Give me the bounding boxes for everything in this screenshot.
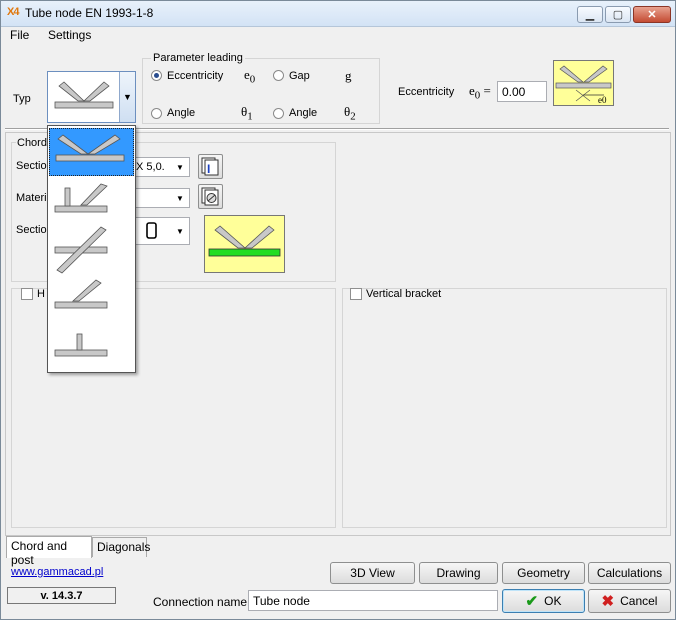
- g-symbol: g: [345, 68, 352, 83]
- chord-group-title: Chord: [16, 137, 48, 149]
- cancel-button[interactable]: ✖ Cancel: [588, 589, 671, 613]
- close-button[interactable]: ✕: [633, 6, 671, 23]
- eccentricity-radio-label: Eccentricity: [167, 70, 224, 82]
- horizontal-checkbox[interactable]: [21, 288, 33, 300]
- parameter-leading-title: Parameter leading: [151, 52, 245, 64]
- section-value: X 5,0.: [136, 161, 165, 173]
- minimize-button[interactable]: ▁: [577, 6, 603, 23]
- eccentricity-input[interactable]: 0.00: [497, 81, 547, 102]
- k-joint-option-icon: [55, 134, 125, 162]
- t-joint-diagonal-option-icon: [54, 183, 108, 213]
- section-type-label: Sectio: [16, 224, 47, 236]
- minimize-icon: ▁: [585, 9, 595, 21]
- section-library-button[interactable]: I: [198, 154, 223, 179]
- rectangular-tube-icon: [146, 222, 157, 239]
- angle1-radio[interactable]: [151, 108, 162, 119]
- section-select[interactable]: X 5,0. ▼: [134, 157, 190, 177]
- material-library-icon: [201, 187, 218, 205]
- theta2-symbol: θ2: [344, 104, 356, 123]
- typ-dropdown-list[interactable]: [47, 125, 136, 373]
- eccentricity-diagram-icon: e0: [555, 65, 612, 105]
- typ-option-k-joint[interactable]: [49, 128, 134, 176]
- chevron-down-icon: ▼: [176, 226, 184, 236]
- vertical-bracket-group: [342, 288, 667, 528]
- x-joint-option-icon: [54, 226, 108, 274]
- material-library-button[interactable]: [198, 184, 223, 209]
- version-badge: v. 14.3.7: [7, 587, 116, 604]
- typ-select[interactable]: ▼: [47, 71, 136, 123]
- e0-sub: 0: [249, 73, 256, 86]
- eccentricity-field-symbol: e0 =: [469, 83, 491, 102]
- typ-option-t-joint-with-diagonal[interactable]: [49, 178, 134, 226]
- typ-option-n-joint[interactable]: [49, 276, 134, 324]
- e0-preview-label: e0: [598, 95, 607, 105]
- typ-label: Typ: [13, 93, 31, 105]
- drawing-button[interactable]: Drawing: [419, 562, 498, 584]
- theta2-sub: 2: [350, 110, 356, 123]
- title-bar[interactable]: X4 Tube node EN 1993-1-8 ▁ ▢ ✕: [1, 1, 675, 27]
- material-label: Materi: [16, 192, 47, 204]
- material-select[interactable]: ▼: [134, 188, 190, 208]
- ok-label: OK: [544, 594, 562, 608]
- svg-text:I: I: [207, 162, 210, 176]
- e0-symbol: e0: [244, 67, 255, 86]
- angle1-radio-label: Angle: [167, 107, 196, 119]
- menu-settings[interactable]: Settings: [48, 28, 91, 42]
- geometry-button[interactable]: Geometry: [502, 562, 585, 584]
- t-joint-option-icon: [54, 333, 108, 357]
- n-joint-option-icon: [54, 279, 108, 309]
- chevron-down-icon: ▼: [176, 162, 184, 172]
- website-link[interactable]: www.gammacad.pl: [11, 566, 103, 578]
- k-joint-icon: [54, 81, 114, 109]
- typ-option-t-joint[interactable]: [49, 324, 134, 372]
- eccentricity-preview: e0: [553, 60, 614, 106]
- ecc-sym-sub: 0: [474, 89, 481, 102]
- angle2-radio[interactable]: [273, 108, 284, 119]
- angle2-radio-label: Angle: [289, 107, 318, 119]
- section-label: Sectio: [16, 160, 47, 172]
- chevron-down-icon[interactable]: ▼: [119, 72, 135, 122]
- horizontal-label: H: [37, 288, 45, 300]
- checkmark-icon: ✔: [525, 593, 539, 610]
- chevron-down-icon: ▼: [176, 193, 184, 203]
- vertical-bracket-checkbox[interactable]: [350, 288, 362, 300]
- 3d-view-button[interactable]: 3D View: [330, 562, 415, 584]
- tab-chord-and-post[interactable]: Chord and post: [6, 536, 92, 567]
- eccentricity-radio[interactable]: [151, 70, 162, 81]
- theta1-symbol: θ1: [241, 104, 253, 123]
- connection-name-label: Connection name: [153, 595, 248, 609]
- vertical-bracket-label: Vertical bracket: [366, 288, 442, 300]
- close-icon: ✕: [647, 9, 657, 21]
- gap-radio[interactable]: [273, 70, 284, 81]
- maximize-icon: ▢: [612, 9, 624, 21]
- tab-diagonals[interactable]: Diagonals: [92, 537, 150, 557]
- theta1-sub: 1: [247, 110, 253, 123]
- ok-button[interactable]: ✔ OK: [502, 589, 585, 613]
- section-library-icon: I: [201, 157, 218, 176]
- cancel-label: Cancel: [620, 594, 658, 608]
- calculations-button[interactable]: Calculations: [588, 562, 671, 584]
- ecc-eq: =: [483, 83, 491, 98]
- typ-option-x-joint[interactable]: [49, 226, 134, 274]
- gap-radio-label: Gap: [289, 70, 310, 82]
- maximize-button[interactable]: ▢: [605, 6, 631, 23]
- connection-name-input[interactable]: Tube node: [248, 590, 498, 611]
- chord-preview: [204, 215, 285, 273]
- section-shape-select[interactable]: ▼: [134, 217, 190, 245]
- main-window: X4 Tube node EN 1993-1-8 ▁ ▢ ✕ File Sett…: [0, 0, 676, 620]
- cancel-x-icon: ✖: [601, 593, 615, 610]
- chord-diagram-icon: [208, 225, 281, 257]
- menu-file[interactable]: File: [10, 28, 29, 42]
- eccentricity-field-label: Eccentricity: [398, 86, 455, 98]
- window-title: Tube node EN 1993-1-8: [25, 6, 154, 20]
- app-icon: X4: [7, 6, 19, 18]
